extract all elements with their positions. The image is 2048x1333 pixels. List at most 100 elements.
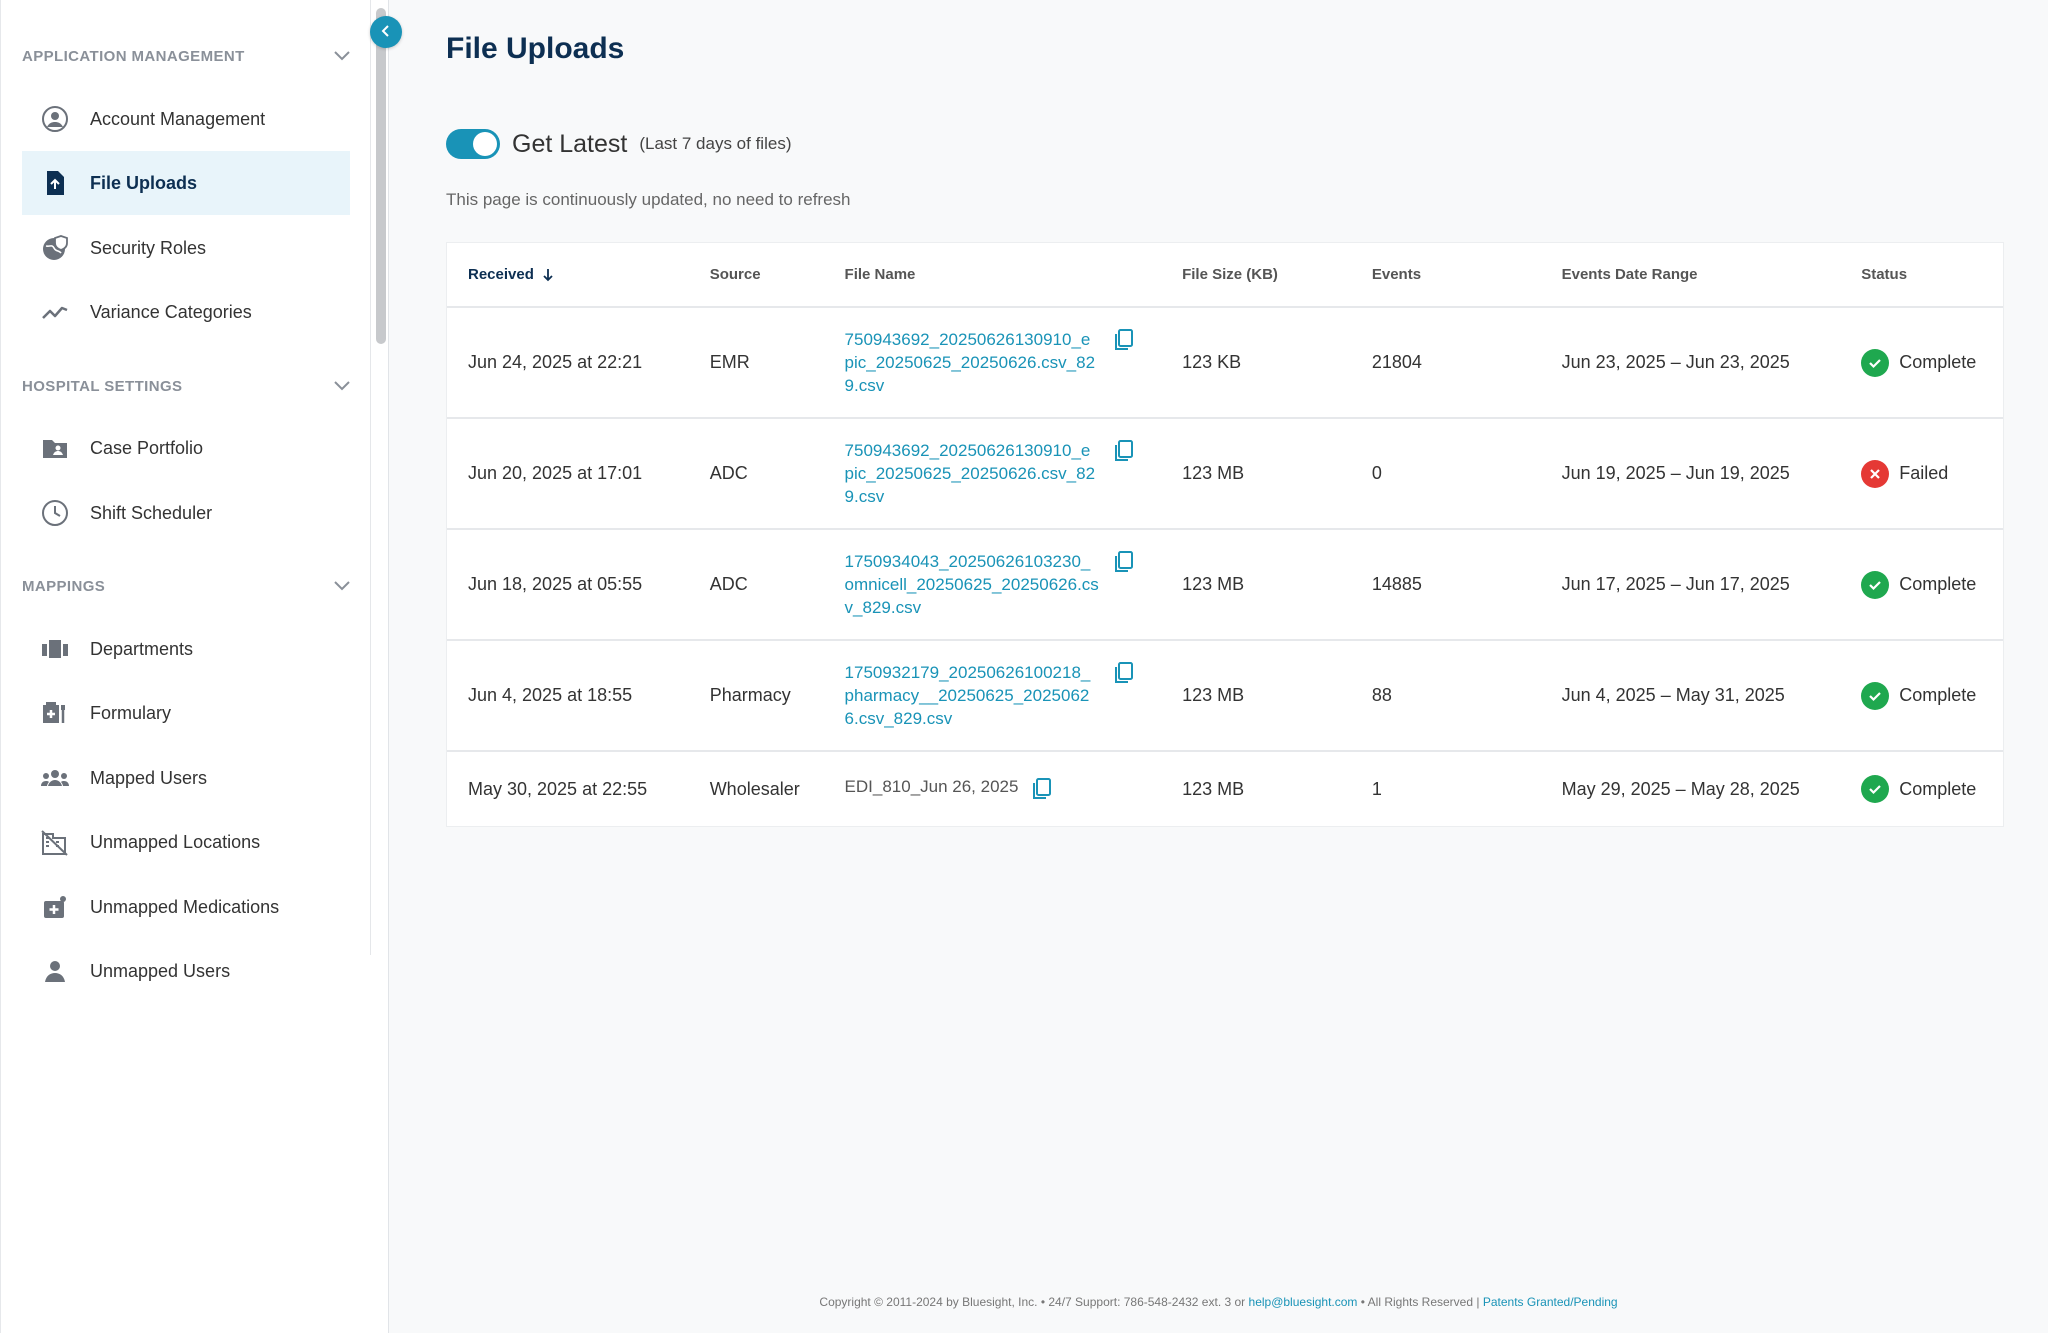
cell-source: ADC xyxy=(709,463,748,483)
file-name-link[interactable]: 750943692_20250626130910_epic_20250625_2… xyxy=(845,328,1100,397)
user-icon xyxy=(40,956,70,986)
column-header-file-name[interactable]: File Name xyxy=(824,266,1162,283)
cell-events-date-range: Jun 4, 2025 – May 31, 2025 xyxy=(1561,685,1785,705)
sidebar-scrollbar[interactable] xyxy=(374,4,388,954)
cell-events: 14885 xyxy=(1371,574,1422,594)
cell-events: 1 xyxy=(1371,778,1382,799)
column-header-received[interactable]: Received xyxy=(447,266,689,283)
column-header-events-date-range[interactable]: Events Date Range xyxy=(1541,266,1841,283)
status-label: Complete xyxy=(1899,778,1977,799)
sidebar-item-label: Unmapped Medications xyxy=(90,896,280,917)
sidebar-item-departments[interactable]: Departments xyxy=(22,617,350,681)
sidebar-item-label: Unmapped Locations xyxy=(90,831,261,852)
footer-copyright: Copyright © 2011-2024 by Bluesight, Inc.… xyxy=(819,1295,1246,1309)
sidebar-item-label: Security Roles xyxy=(90,237,207,258)
cell-file-name: 1750934043_20250626103230_omnicell_20250… xyxy=(824,550,1162,619)
cell-events: 21804 xyxy=(1371,352,1422,372)
sidebar-item-label: Unmapped Users xyxy=(90,960,231,981)
sidebar-item-label: Mapped Users xyxy=(90,767,208,788)
sidebar-scrollbar-thumb[interactable] xyxy=(376,8,386,344)
sidebar-item-case-portfolio[interactable]: Case Portfolio xyxy=(22,416,350,480)
copy-icon[interactable] xyxy=(1112,661,1136,685)
file-name-link[interactable]: 1750934043_20250626103230_omnicell_20250… xyxy=(845,550,1100,619)
cell-file-name: 1750932179_20250626100218_pharmacy__2025… xyxy=(824,661,1162,730)
sidebar-item-unmapped-locations[interactable]: Unmapped Locations xyxy=(22,810,350,874)
table-header: Received Source File Name File Size (KB)… xyxy=(447,243,2003,308)
footer-rights: • All Rights Reserved | xyxy=(1360,1295,1480,1309)
clock-icon xyxy=(40,498,70,528)
cell-file-size: 123 MB xyxy=(1182,685,1245,705)
check-circle-icon xyxy=(1861,348,1890,377)
cell-status: Complete xyxy=(1840,775,2003,803)
column-header-file-size[interactable]: File Size (KB) xyxy=(1161,266,1351,283)
arrow-down-icon xyxy=(542,268,554,282)
check-circle-icon xyxy=(1861,570,1890,599)
cell-received: Jun 18, 2025 at 05:55 xyxy=(468,574,643,594)
cell-source: Wholesaler xyxy=(709,778,800,799)
collapse-sidebar-button[interactable] xyxy=(370,16,402,48)
cell-source: EMR xyxy=(709,352,750,372)
formulary-icon xyxy=(40,698,70,728)
cell-file-name: EDI_810_Jun 26, 2025 xyxy=(824,777,1162,801)
table-row: Jun 24, 2025 at 22:21 EMR 750943692_2025… xyxy=(447,308,2003,419)
file-name-text: EDI_810_Jun 26, 2025 xyxy=(844,777,1019,796)
copy-icon[interactable] xyxy=(1112,328,1136,352)
sidebar-item-label: Variance Categories xyxy=(90,301,252,322)
chevron-down-icon xyxy=(332,46,352,66)
chevron-left-icon xyxy=(380,22,392,43)
cell-events-date-range: May 29, 2025 – May 28, 2025 xyxy=(1561,778,1800,799)
main-content: File Uploads Get Latest (Last 7 days of … xyxy=(389,0,2048,1333)
cell-status: Complete xyxy=(1840,681,2003,710)
sidebar-item-label: Departments xyxy=(90,638,194,659)
unmapped-medication-icon xyxy=(40,892,70,922)
column-header-events[interactable]: Events xyxy=(1351,266,1541,283)
get-latest-toggle[interactable] xyxy=(446,129,500,159)
sidebar-item-security-roles[interactable]: Security Roles xyxy=(22,216,350,280)
column-header-source[interactable]: Source xyxy=(689,266,824,283)
copy-icon[interactable] xyxy=(1112,439,1136,463)
cell-file-size: 123 KB xyxy=(1182,352,1242,372)
cell-file-size: 123 MB xyxy=(1182,778,1245,799)
sidebar-item-account-management[interactable]: Account Management xyxy=(22,87,350,151)
file-name-link[interactable]: 1750932179_20250626100218_pharmacy__2025… xyxy=(845,661,1100,730)
section-hospital-settings[interactable]: HOSPITAL SETTINGS xyxy=(22,371,352,401)
file-uploads-table: Received Source File Name File Size (KB)… xyxy=(446,242,2004,827)
cell-file-size: 123 MB xyxy=(1182,463,1245,483)
sidebar-item-unmapped-users[interactable]: Unmapped Users xyxy=(22,939,350,1003)
refresh-note: This page is continuously updated, no ne… xyxy=(446,190,851,209)
sidebar-item-variance-categories[interactable]: Variance Categories xyxy=(22,280,350,344)
sidebar-item-shift-scheduler[interactable]: Shift Scheduler xyxy=(22,481,350,545)
get-latest-subtext: (Last 7 days of files) xyxy=(639,134,792,153)
patents-link[interactable]: Patents Granted/Pending xyxy=(1483,1295,1618,1309)
check-circle-icon xyxy=(1861,681,1890,710)
table-row: May 30, 2025 at 22:55 Wholesaler EDI_810… xyxy=(447,752,2003,826)
section-application-management[interactable]: APPLICATION MANAGEMENT xyxy=(22,41,352,71)
status-label: Complete xyxy=(1899,352,1977,372)
cell-received: Jun 24, 2025 at 22:21 xyxy=(468,352,643,372)
copy-icon[interactable] xyxy=(1112,550,1136,574)
sidebar: APPLICATION MANAGEMENT Account Managemen… xyxy=(0,0,389,1333)
cell-status: Complete xyxy=(1840,570,2003,599)
folder-person-icon xyxy=(40,433,70,463)
sidebar-item-file-uploads[interactable]: File Uploads xyxy=(22,151,350,215)
unmapped-location-icon xyxy=(40,827,70,857)
sidebar-item-formulary[interactable]: Formulary xyxy=(22,681,350,745)
sidebar-item-mapped-users[interactable]: Mapped Users xyxy=(22,746,350,810)
sidebar-item-label: File Uploads xyxy=(90,172,198,193)
cell-file-name: 750943692_20250626130910_epic_20250625_2… xyxy=(824,439,1162,508)
table-row: Jun 4, 2025 at 18:55 Pharmacy 1750932179… xyxy=(447,641,2003,752)
status-label: Complete xyxy=(1899,574,1977,594)
cell-status: Failed xyxy=(1840,459,2003,488)
chevron-down-icon xyxy=(332,576,352,596)
section-mappings[interactable]: MAPPINGS xyxy=(22,571,352,601)
section-label: HOSPITAL SETTINGS xyxy=(22,377,183,395)
sidebar-item-unmapped-medications[interactable]: Unmapped Medications xyxy=(22,875,350,939)
cell-events-date-range: Jun 19, 2025 – Jun 19, 2025 xyxy=(1561,463,1790,483)
column-header-status[interactable]: Status xyxy=(1840,266,2003,283)
file-name-link[interactable]: 750943692_20250626130910_epic_20250625_2… xyxy=(845,439,1100,508)
users-group-icon xyxy=(40,763,70,793)
trend-line-icon xyxy=(40,297,70,327)
copy-icon[interactable] xyxy=(1030,777,1054,801)
cell-file-name: 750943692_20250626130910_epic_20250625_2… xyxy=(824,328,1162,397)
support-email-link[interactable]: help@bluesight.com xyxy=(1249,1295,1358,1309)
